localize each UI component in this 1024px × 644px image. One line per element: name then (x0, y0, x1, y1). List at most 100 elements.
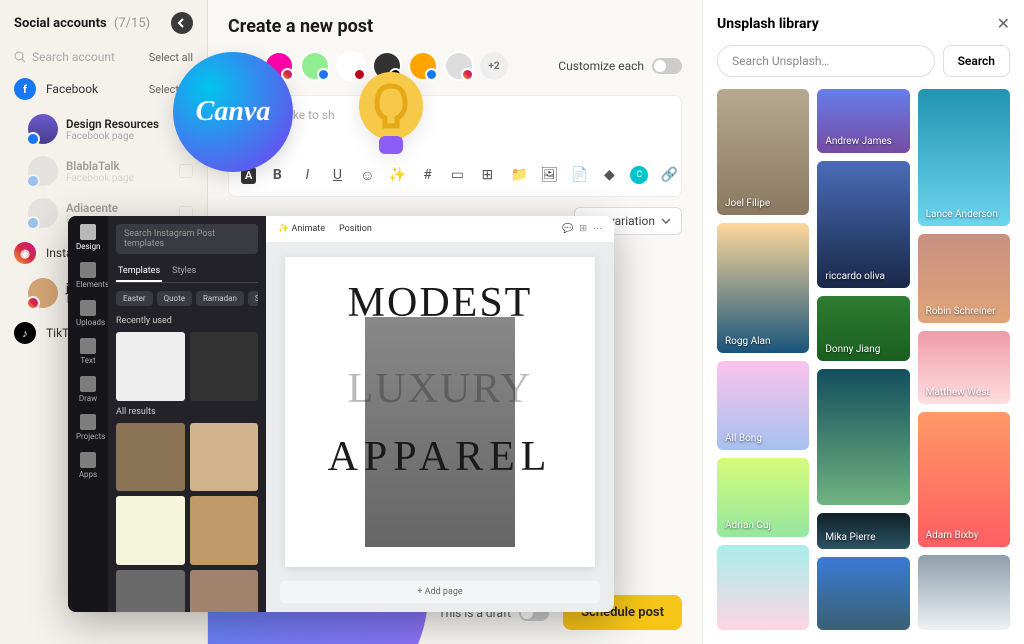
compose-toolbar: A B I U ☺ ✨ # ▭ ⊞ 📁 🖼 📄 ◆ C 🔗 (241, 166, 669, 184)
underline-icon[interactable]: U (328, 166, 346, 184)
unsplash-photo[interactable]: Robin Schreiner (918, 234, 1010, 324)
template-thumb[interactable] (190, 423, 259, 492)
select-all-link[interactable]: Select all (149, 51, 193, 64)
search-account-input[interactable]: Search account (14, 50, 141, 64)
unsplash-photo[interactable] (817, 557, 909, 630)
canva-editor-panel: Design Elements Uploads Text Draw Projects App… (68, 216, 614, 612)
photo-credit: Adrian Cuj (725, 520, 771, 531)
canva-icon[interactable]: C (630, 166, 648, 184)
unsplash-photo[interactable]: Lance Anderson (918, 89, 1010, 226)
instagram-icon: ◉ (14, 242, 36, 264)
unsplash-panel: Unsplash library ✕ Search Unsplash… Sear… (702, 0, 1024, 644)
tiktok-icon: ♪ (14, 322, 36, 344)
unsplash-photo[interactable] (817, 369, 909, 505)
account-item[interactable]: BlablaTalkFacebook page (0, 150, 207, 192)
position-button[interactable]: Position (339, 224, 372, 234)
unsplash-title: Unsplash library (717, 16, 819, 32)
document-icon[interactable]: 📄 (570, 166, 588, 184)
rail-uploads[interactable]: Uploads (76, 300, 100, 324)
unsplash-photo[interactable]: Joel Filipe (717, 89, 809, 215)
canva-artboard[interactable]: MODEST LUXURY APPAREL (285, 257, 595, 567)
compose-box[interactable]: that you like to sh A B I U ☺ ✨ # ▭ ⊞ 📁 … (228, 95, 682, 197)
template-chip[interactable]: Spring (248, 291, 258, 306)
template-thumb[interactable] (116, 570, 185, 613)
chevron-down-icon (661, 216, 671, 226)
layers-icon[interactable]: ⊞ (579, 224, 587, 234)
template-thumb[interactable] (190, 332, 259, 401)
unsplash-photo[interactable]: All Bong (717, 361, 809, 450)
animate-button[interactable]: ✨ Animate (278, 224, 325, 234)
photo-credit: All Bong (725, 433, 762, 444)
customize-toggle[interactable] (652, 58, 682, 74)
comment-icon[interactable]: 💬 (562, 224, 573, 234)
unsplash-gallery: Joel Filipe Rogg Alan All Bong Adrian Cuj A… (717, 89, 1010, 630)
page-title: Create a new post (228, 16, 682, 37)
unsplash-photo[interactable] (717, 545, 809, 630)
photo-credit: Andrew James (825, 136, 891, 147)
add-page-button[interactable]: + Add page (280, 581, 600, 603)
unsplash-photo[interactable]: Adrian Cuj (717, 458, 809, 537)
lightbulb-icon (352, 68, 430, 182)
photo-credit: Mika Pierre (825, 532, 875, 543)
artboard-image (365, 317, 515, 547)
bold-icon[interactable]: B (268, 166, 286, 184)
template-thumb[interactable] (116, 496, 185, 565)
collapse-sidebar-button[interactable] (171, 12, 193, 34)
photo-credit: Robin Schreiner (926, 306, 996, 317)
more-avatars[interactable]: +2 (480, 52, 508, 80)
unsplash-photo[interactable]: riccardo oliva (817, 161, 909, 288)
rail-projects[interactable]: Projects (76, 414, 100, 438)
snippet-icon[interactable]: ▭ (448, 166, 466, 184)
unsplash-photo[interactable]: Rogg Alan (717, 223, 809, 353)
unsplash-photo[interactable]: Donny Jiang (817, 296, 909, 361)
search-icon (14, 51, 26, 63)
canva-search-input[interactable]: Search Instagram Post templates (116, 224, 258, 254)
unsplash-photo[interactable]: Mika Pierre (817, 513, 909, 549)
tab-templates[interactable]: Templates (116, 262, 162, 282)
section-recent: Recently used (116, 316, 258, 326)
folder-icon[interactable]: 📁 (510, 166, 528, 184)
template-chip[interactable]: Easter (116, 291, 153, 306)
unsplash-search-input[interactable]: Search Unsplash… (717, 45, 935, 77)
template-chip[interactable]: Quote (157, 291, 192, 306)
unsplash-search-button[interactable]: Search (943, 45, 1010, 77)
unsplash-photo[interactable] (918, 555, 1010, 630)
link-icon[interactable]: 🔗 (660, 166, 678, 184)
canva-canvas-area: ✨ Animate Position 💬 ⊞ ⋯ MODEST LUXURY A… (266, 216, 614, 612)
artboard-text: LUXURY (348, 365, 533, 413)
more-icon[interactable]: ⋯ (593, 224, 602, 234)
photo-credit: Rogg Alan (725, 336, 771, 347)
sidebar-title: Social accounts (7/15) (14, 16, 150, 31)
template-thumb[interactable] (116, 332, 185, 401)
canva-rail: Design Elements Uploads Text Draw Projects App… (68, 216, 108, 612)
template-thumb[interactable] (190, 496, 259, 565)
unsplash-photo[interactable]: Andrew James (817, 89, 909, 153)
facebook-icon: f (14, 78, 36, 100)
unsplash-photo[interactable]: Matthew West (918, 331, 1010, 404)
photo-credit: Joel Filipe (725, 198, 770, 209)
template-thumb[interactable] (116, 423, 185, 492)
unsplash-icon[interactable]: ◆ (600, 166, 618, 184)
photo-credit: Donny Jiang (825, 344, 880, 355)
artboard-text: APPAREL (328, 433, 553, 481)
photo-credit: Lance Anderson (926, 209, 998, 220)
avatar[interactable] (300, 51, 330, 81)
close-icon[interactable]: ✕ (997, 14, 1010, 33)
rail-draw[interactable]: Draw (76, 376, 100, 400)
tab-styles[interactable]: Styles (170, 262, 198, 282)
rail-apps[interactable]: Apps (76, 452, 100, 476)
template-chip[interactable]: Ramadan (196, 291, 244, 306)
template-thumb[interactable] (190, 570, 259, 613)
canva-logo-badge: Canva (173, 52, 293, 172)
avatar[interactable] (444, 51, 474, 81)
variable-icon[interactable]: ⊞ (478, 166, 496, 184)
italic-icon[interactable]: I (298, 166, 316, 184)
rail-elements[interactable]: Elements (76, 262, 100, 286)
unsplash-photo[interactable]: Adam Bixby (918, 412, 1010, 547)
selected-accounts-row: +2 Customize each (228, 51, 682, 81)
canva-templates-sidebar: Search Instagram Post templates Template… (108, 216, 266, 612)
image-icon[interactable]: 🖼 (540, 166, 558, 184)
account-checkbox[interactable] (179, 164, 193, 178)
rail-text[interactable]: Text (76, 338, 100, 362)
rail-design[interactable]: Design (76, 224, 100, 248)
